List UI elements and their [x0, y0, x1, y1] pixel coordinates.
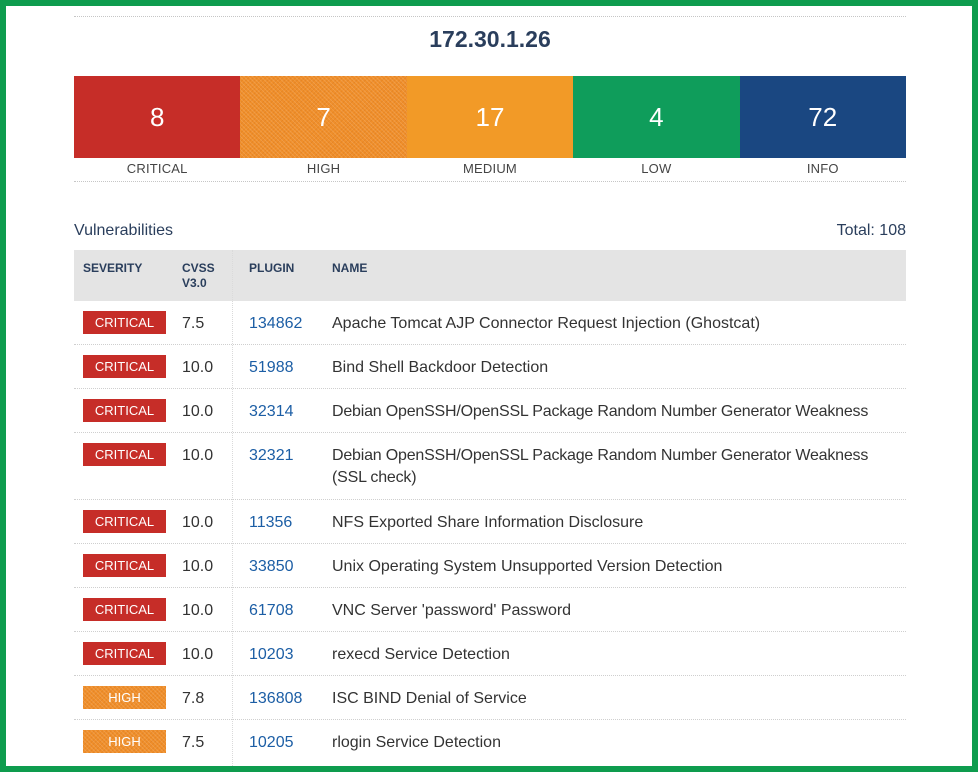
vulnerability-name: Bind Shell Backdoor Detection [332, 359, 549, 376]
plugin-id-link[interactable]: 136808 [249, 688, 302, 710]
cvss-score: 7.8 [182, 690, 205, 707]
plugin-id-link[interactable]: 32314 [249, 401, 294, 423]
vulnerability-table: CRITICAL 7.5 134862 Apache Tomcat AJP Co… [74, 301, 906, 764]
critical-count-box: 8 [74, 76, 241, 158]
plugin-id-link[interactable]: 134862 [249, 313, 302, 335]
vulnerability-name: Debian OpenSSH/OpenSSL Package Random Nu… [332, 447, 869, 486]
cvss-score: 10.0 [182, 514, 214, 531]
table-row[interactable]: HIGH 7.5 10205 rlogin Service Detection [74, 720, 906, 764]
vulnerability-name: rexecd Service Detection [332, 646, 510, 663]
medium-count: 17 [475, 101, 505, 132]
summary-low: 4 LOW [573, 76, 740, 176]
cvss-score: 10.0 [182, 359, 214, 376]
table-row[interactable]: CRITICAL 10.0 11356 NFS Exported Share I… [74, 500, 906, 544]
severity-badge: CRITICAL [83, 443, 166, 466]
severity-badge: HIGH [83, 686, 166, 709]
severity-badge: CRITICAL [83, 642, 166, 665]
high-count: 7 [316, 101, 331, 132]
plugin-id-link[interactable]: 10203 [249, 644, 294, 666]
table-row[interactable]: CRITICAL 10.0 32321 Debian OpenSSH/OpenS… [74, 433, 906, 500]
vulnerability-name: VNC Server 'password' Password [332, 602, 572, 619]
vulnerability-name: Unix Operating System Unsupported Versio… [332, 558, 723, 575]
low-count-box: 4 [573, 76, 740, 158]
summary-high: 7 HIGH [240, 76, 407, 176]
vulnerabilities-header: Vulnerabilities Total: 108 [74, 222, 906, 240]
cvss-score: 7.5 [182, 315, 205, 332]
high-count-box: 7 [240, 76, 407, 158]
info-count-box: 72 [739, 76, 906, 158]
vulnerability-name: Debian OpenSSH/OpenSSL Package Random Nu… [332, 403, 869, 420]
column-header-name[interactable]: NAME [332, 261, 367, 276]
severity-badge: HIGH [83, 730, 166, 753]
cvss-score: 10.0 [182, 602, 214, 619]
summary-info: 72 INFO [739, 76, 906, 176]
plugin-id-link[interactable]: 61708 [249, 600, 294, 622]
severity-badge: CRITICAL [83, 510, 166, 533]
cvss-score: 10.0 [182, 447, 214, 464]
table-row[interactable]: CRITICAL 7.5 134862 Apache Tomcat AJP Co… [74, 301, 906, 345]
host-title: 172.30.1.26 [429, 26, 551, 52]
plugin-id-link[interactable]: 33850 [249, 556, 294, 578]
column-header-cvss[interactable]: CVSS V3.0 [182, 261, 215, 291]
plugin-id-link[interactable]: 10205 [249, 732, 294, 754]
high-label: HIGH [306, 161, 341, 176]
vulnerability-name: NFS Exported Share Information Disclosur… [332, 514, 644, 531]
severity-badge: CRITICAL [83, 311, 166, 334]
medium-count-box: 17 [406, 76, 574, 158]
cvss-score: 10.0 [182, 646, 214, 663]
summary-medium: 17 MEDIUM [406, 76, 574, 176]
vulnerabilities-heading: Vulnerabilities [74, 222, 174, 239]
summary-divider [74, 181, 906, 182]
column-header-plugin[interactable]: PLUGIN [249, 261, 294, 276]
table-header: SEVERITY CVSS V3.0 PLUGIN NAME [74, 250, 906, 301]
summary-critical: 8 CRITICAL [74, 76, 241, 176]
table-row[interactable]: CRITICAL 10.0 10203 rexecd Service Detec… [74, 632, 906, 676]
cvss-score: 10.0 [182, 558, 214, 575]
table-row[interactable]: CRITICAL 10.0 33850 Unix Operating Syste… [74, 544, 906, 588]
plugin-id-link[interactable]: 32321 [249, 445, 294, 467]
severity-badge: CRITICAL [83, 598, 166, 621]
table-row[interactable]: HIGH 7.8 136808 ISC BIND Denial of Servi… [74, 676, 906, 720]
medium-label: MEDIUM [463, 161, 517, 176]
top-divider [74, 16, 906, 17]
info-count: 72 [808, 101, 838, 132]
severity-badge: CRITICAL [83, 355, 166, 378]
cvss-score: 10.0 [182, 403, 214, 420]
table-row[interactable]: CRITICAL 10.0 61708 VNC Server 'password… [74, 588, 906, 632]
plugin-id-link[interactable]: 51988 [249, 357, 294, 379]
critical-count: 8 [149, 101, 165, 132]
cvss-score: 7.5 [182, 734, 205, 751]
vulnerability-name: ISC BIND Denial of Service [332, 690, 527, 707]
table-row[interactable]: CRITICAL 10.0 51988 Bind Shell Backdoor … [74, 345, 906, 389]
vulnerability-name: Apache Tomcat AJP Connector Request Inje… [332, 315, 761, 332]
severity-summary: 8 CRITICAL 7 HIGH 17 MEDIUM 4 LOW 72 INF… [74, 76, 906, 176]
column-header-cvss-line2: V3.0 [182, 276, 207, 290]
critical-label: CRITICAL [126, 161, 188, 176]
low-label: LOW [641, 161, 672, 176]
low-count: 4 [649, 101, 664, 132]
vulnerabilities-total: Total: 108 [836, 222, 906, 239]
table-row[interactable]: CRITICAL 10.0 32314 Debian OpenSSH/OpenS… [74, 389, 906, 433]
severity-badge: CRITICAL [83, 554, 166, 577]
info-label: INFO [806, 161, 839, 176]
vulnerability-name: rlogin Service Detection [332, 734, 501, 751]
severity-badge: CRITICAL [83, 399, 166, 422]
plugin-id-link[interactable]: 11356 [249, 512, 292, 534]
column-header-severity[interactable]: SEVERITY [83, 261, 142, 276]
column-header-cvss-line1: CVSS [182, 261, 215, 275]
